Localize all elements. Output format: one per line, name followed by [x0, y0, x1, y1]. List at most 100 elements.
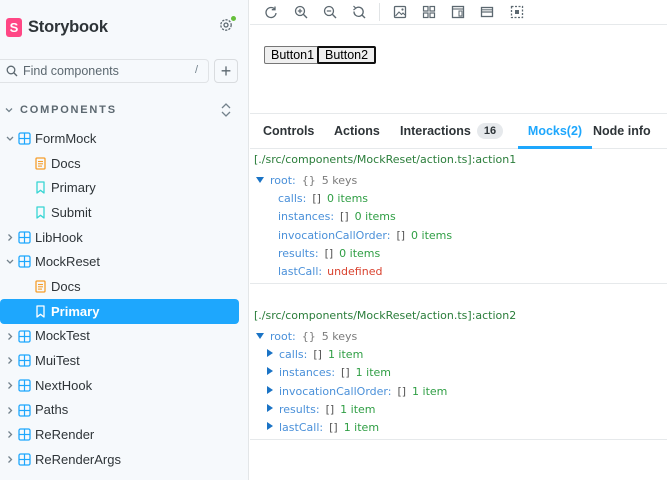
search-box[interactable]: / [0, 59, 209, 83]
tab-actions[interactable]: Actions [334, 114, 380, 149]
zoom-reset-icon[interactable] [352, 5, 366, 19]
property-type: [] [396, 228, 406, 242]
mock-property[interactable]: results: [] 1 item [267, 402, 376, 417]
expand-collapse-icon[interactable] [220, 102, 232, 118]
tab-label: Node info [593, 124, 651, 138]
component-tree: FormMock Docs Primary Submit LibHook MockRese… [0, 126, 249, 472]
root-node[interactable]: root: {} 5 keys [256, 173, 357, 188]
tree-story-primary[interactable]: Primary [0, 175, 249, 200]
property-value: 0 items [411, 228, 453, 242]
chevron-down-icon [5, 108, 13, 113]
property-value: undefined [327, 265, 383, 279]
expand-triangle-icon [267, 349, 273, 357]
mocks-panel: [./src/components/MockReset/action.ts]:a… [250, 150, 667, 480]
tree-item-label: MockTest [35, 328, 90, 344]
bookmark-icon [36, 305, 45, 318]
property-key: invocationCallOrder: [278, 228, 391, 242]
tree-item-label: NextHook [35, 377, 93, 393]
component-icon [18, 132, 31, 145]
bookmark-icon [36, 181, 45, 195]
grid-icon[interactable] [422, 5, 436, 19]
property-key: invocationCallOrder: [279, 384, 392, 398]
tab-mocks-2[interactable]: Mocks(2) [518, 114, 592, 149]
mock-property[interactable]: instances: [] 1 item [267, 365, 391, 380]
root-node[interactable]: root: {} 5 keys [256, 329, 357, 344]
chevron-right-icon [8, 381, 13, 389]
tree-item-label: MockReset [35, 254, 101, 270]
tree-component-mocktest[interactable]: MockTest [0, 324, 249, 349]
measure-icon[interactable] [480, 5, 494, 19]
mock-path: [./src/components/MockReset/action.ts]:a… [254, 309, 517, 322]
tree-component-rerenderargs[interactable]: ReRenderArgs [0, 447, 249, 472]
preview-button-2[interactable]: Button2 [317, 46, 377, 64]
background-icon[interactable] [393, 5, 407, 19]
viewport-icon[interactable] [451, 5, 465, 19]
add-button[interactable]: + [214, 59, 238, 83]
tab-label: Controls [263, 124, 315, 138]
document-icon [35, 157, 46, 170]
component-icon [18, 354, 31, 367]
storybook-logo-icon: S [6, 17, 22, 37]
chevron-right-icon [8, 431, 13, 439]
property-value: 1 item [355, 366, 391, 380]
tree-item-label: ReRenderArgs [35, 451, 121, 467]
zoom-out-icon[interactable] [323, 5, 337, 19]
expand-triangle-icon [256, 333, 264, 339]
reload-icon[interactable] [264, 5, 278, 19]
tab-node-info[interactable]: Node info [593, 114, 651, 149]
tree-component-muitest[interactable]: MuiTest [0, 348, 249, 373]
tree-story-docs[interactable]: Docs [0, 274, 249, 299]
tree-item-label: ReRender [35, 427, 95, 443]
property-type: [] [329, 421, 338, 435]
expand-triangle-icon [267, 403, 273, 412]
mock-property[interactable]: lastCall: [] 1 item [267, 420, 379, 435]
tab-controls[interactable]: Controls [263, 114, 314, 149]
property-key: results: [278, 246, 319, 260]
chevron-down-icon [6, 136, 14, 141]
mock-property: lastCall: undefined [278, 264, 382, 279]
component-icon [18, 231, 31, 244]
tree-component-libhook[interactable]: LibHook [0, 225, 249, 250]
property-key: calls: [278, 192, 307, 205]
document-icon [35, 280, 46, 293]
tree-component-rerender[interactable]: ReRender [0, 422, 249, 447]
component-icon [18, 403, 31, 417]
chevron-right-icon [8, 357, 13, 365]
property-value: 1 item [327, 348, 364, 361]
tree-story-primary[interactable]: Primary [0, 298, 239, 324]
section-label: COMPONENTS [20, 104, 117, 116]
tree-component-mockreset[interactable]: MockReset [0, 249, 249, 274]
chevron-right-icon [8, 233, 13, 241]
tree-story-docs[interactable]: Docs [0, 151, 249, 176]
property-type: [] [341, 366, 350, 380]
outline-icon[interactable] [510, 5, 524, 19]
tree-item-label: MuiTest [35, 353, 80, 369]
components-section-header[interactable]: COMPONENTS [0, 100, 249, 120]
count-badge: 16 [476, 123, 504, 139]
tree-component-paths[interactable]: Paths [0, 398, 249, 423]
mock-property: invocationCallOrder: [] 0 items [278, 228, 452, 243]
mock-property: results: [] 0 items [278, 246, 380, 261]
tree-story-submit[interactable]: Submit [0, 200, 249, 225]
property-type: [] [340, 210, 349, 224]
search-input[interactable] [23, 64, 183, 78]
tab-interactions[interactable]: Interactions 16 [400, 114, 504, 149]
property-value: 0 items [354, 210, 396, 224]
component-icon [18, 453, 31, 466]
preview-button-1[interactable]: Button1 [264, 46, 322, 64]
settings-button[interactable] [218, 15, 237, 35]
chevron-right-icon [8, 455, 13, 463]
tree-component-formmock[interactable]: FormMock [0, 126, 249, 151]
brand[interactable]: S Storybook [6, 14, 108, 40]
component-icon [18, 379, 31, 392]
root-key: root: [270, 330, 296, 343]
component-icon [18, 428, 31, 441]
mock-property[interactable]: calls: [] 1 item [267, 347, 363, 362]
zoom-in-icon[interactable] [294, 5, 308, 19]
property-type: [] [312, 192, 321, 205]
property-type: [] [313, 348, 322, 361]
mock-property[interactable]: invocationCallOrder: [] 1 item [267, 384, 447, 399]
expand-triangle-icon [256, 177, 264, 183]
property-key: results: [279, 402, 320, 416]
tree-component-nexthook[interactable]: NextHook [0, 373, 249, 398]
